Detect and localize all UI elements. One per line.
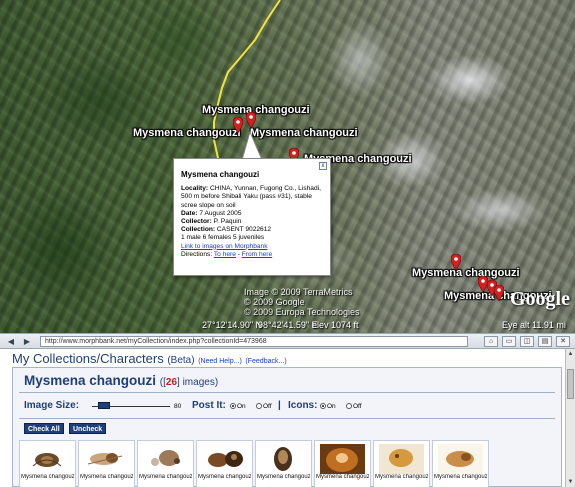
- directions-to-here-link[interactable]: To here: [214, 251, 236, 258]
- specimen-count: 1 male 6 females 5 juveniles: [181, 234, 265, 242]
- thumbnail-caption: Mysmena changouzi: [375, 474, 428, 480]
- post-it-label: Post It:: [192, 400, 226, 411]
- post-it-on-radio[interactable]: On: [230, 403, 246, 410]
- balloon-title: Mysmena changouzi: [181, 170, 260, 179]
- map-pin-icon[interactable]: [494, 285, 504, 301]
- thumbnail-item[interactable]: Mysmena changouzi: [314, 440, 371, 487]
- thumbnail-caption: Mysmena changouzi: [139, 474, 192, 480]
- split-icon[interactable]: ▤: [538, 336, 552, 347]
- thumbnail-item[interactable]: Mysmena changouzi: [432, 440, 489, 487]
- specimen-image[interactable]: [377, 444, 426, 474]
- page-title: My Collections/Characters (Beta) (Need H…: [12, 351, 287, 366]
- specimen-image[interactable]: [200, 444, 249, 474]
- specimen-image[interactable]: [259, 444, 308, 474]
- specimen-image[interactable]: [23, 444, 72, 474]
- thumbnail-item[interactable]: Mysmena changouzi: [255, 440, 312, 487]
- thumbnail-item[interactable]: Mysmena changouzi: [196, 440, 253, 487]
- scroll-down-icon[interactable]: ▼: [567, 478, 574, 486]
- icons-off-radio[interactable]: Off: [346, 403, 362, 410]
- scroll-up-icon[interactable]: ▲: [567, 350, 574, 358]
- collection-title: Mysmena changouzi ([26] images): [24, 373, 219, 388]
- close-icon[interactable]: ✕: [556, 336, 570, 347]
- window-icon[interactable]: ◫: [520, 336, 534, 347]
- collection-row: Collection: CASENT 9022612: [181, 226, 272, 234]
- close-icon[interactable]: x: [319, 162, 327, 170]
- google-logo: Google: [510, 288, 570, 310]
- thumbnail-caption: Mysmena changouzi: [21, 474, 74, 480]
- map-status-bar: 27°12'14.90" N 98°42'41.59" E elev 1074 …: [0, 318, 575, 333]
- check-all-button[interactable]: Check All: [24, 423, 64, 434]
- map-pin-icon[interactable]: [246, 112, 256, 128]
- map-label[interactable]: Mysmena changouzi: [133, 127, 241, 139]
- morphbank-link[interactable]: Link to images on Morphbank: [181, 243, 268, 250]
- thumbnail-caption: Mysmena changouzi: [434, 474, 487, 480]
- collector-row: Collector: P. Paquin: [181, 218, 242, 226]
- view-controls: Image Size: 80 Post It: On Off | Icons: …: [24, 400, 554, 414]
- divider: [19, 418, 555, 419]
- eye-alt-value: 11.91 mi: [532, 320, 566, 330]
- thumbnail-caption: Mysmena changouzi: [80, 474, 133, 480]
- uncheck-button[interactable]: Uncheck: [69, 423, 107, 434]
- image-size-label: Image Size:: [24, 400, 80, 411]
- map-label[interactable]: Mysmena changouzi: [250, 127, 358, 139]
- scrollbar-thumb[interactable]: [567, 369, 574, 399]
- icons-on-radio[interactable]: On: [320, 403, 336, 410]
- collection-panel: Mysmena changouzi ([26] images) Image Si…: [12, 367, 562, 487]
- address-bar[interactable]: http://www.morphbank.net/myCollection/in…: [40, 336, 468, 347]
- need-help-link[interactable]: (Need Help...): [198, 358, 242, 365]
- forward-icon[interactable]: ▶: [20, 336, 34, 347]
- directions-from-here-link[interactable]: From here: [242, 251, 272, 258]
- collection-page: My Collections/Characters (Beta) (Need H…: [0, 349, 575, 487]
- date-row: Date: 7 August 2005: [181, 209, 242, 217]
- thumbnail-item[interactable]: Mysmena changouzi: [78, 440, 135, 487]
- back-icon[interactable]: ◀: [4, 336, 18, 347]
- separator: |: [278, 400, 281, 411]
- eye-alt-label: Eye alt: [502, 320, 530, 330]
- icons-label: Icons:: [288, 400, 318, 411]
- thumbnail-item[interactable]: Mysmena changouzi: [373, 440, 430, 487]
- latitude-readout: 27°12'14.90" N: [202, 320, 263, 330]
- divider: [19, 392, 555, 393]
- copyright-line: © 2009 Europa Technologies: [244, 307, 360, 317]
- post-it-off-radio[interactable]: Off: [256, 403, 272, 410]
- thumbnail-caption: Mysmena changouzi: [316, 474, 369, 480]
- locality-row: Locality: CHINA, Yunnan, Fugong Co., Lis…: [181, 185, 321, 209]
- slider-handle[interactable]: [97, 402, 110, 409]
- thumbnail-caption: Mysmena changouzi: [198, 474, 251, 480]
- specimen-image[interactable]: [82, 444, 131, 474]
- thumbnail-grid: Mysmena changouzi Mysmena changouzi Mysmen…: [19, 440, 559, 487]
- browser-toolbar: ◀ ▶ http://www.morphbank.net/myCollectio…: [0, 333, 575, 349]
- feedback-link[interactable]: (Feedback...): [245, 358, 286, 365]
- info-balloon: x Mysmena changouzi Locality: CHINA, Yun…: [173, 158, 331, 276]
- image-count: 26: [165, 377, 178, 388]
- thumbnail-item[interactable]: Mysmena changouzi: [137, 440, 194, 487]
- elevation-readout: elev 1074 ft: [312, 320, 359, 330]
- map-copyright: Image © 2009 TerraMetrics © 2009 Google …: [244, 287, 360, 317]
- specimen-image[interactable]: [141, 444, 190, 474]
- specimen-image[interactable]: [318, 444, 367, 474]
- copyright-line: © 2009 Google: [244, 297, 305, 307]
- popup-pointer: [241, 130, 263, 160]
- home-icon[interactable]: ⌂: [484, 336, 498, 347]
- map-label[interactable]: Mysmena changouzi: [412, 267, 520, 279]
- image-size-value: 80: [174, 403, 182, 410]
- page-scrollbar[interactable]: ▲ ▼: [565, 349, 575, 487]
- thumbnail-item[interactable]: Mysmena changouzi: [19, 440, 76, 487]
- map-pin-icon[interactable]: [451, 254, 461, 270]
- tabs-icon[interactable]: ▭: [502, 336, 516, 347]
- directions-row: Directions: To here - From here: [181, 250, 273, 258]
- beta-label: (Beta): [167, 355, 195, 366]
- copyright-line: Image © 2009 TerraMetrics: [244, 287, 353, 297]
- longitude-readout: 98°42'41.59" E: [258, 320, 318, 330]
- thumbnail-caption: Mysmena changouzi: [257, 474, 310, 480]
- specimen-image[interactable]: [436, 444, 485, 474]
